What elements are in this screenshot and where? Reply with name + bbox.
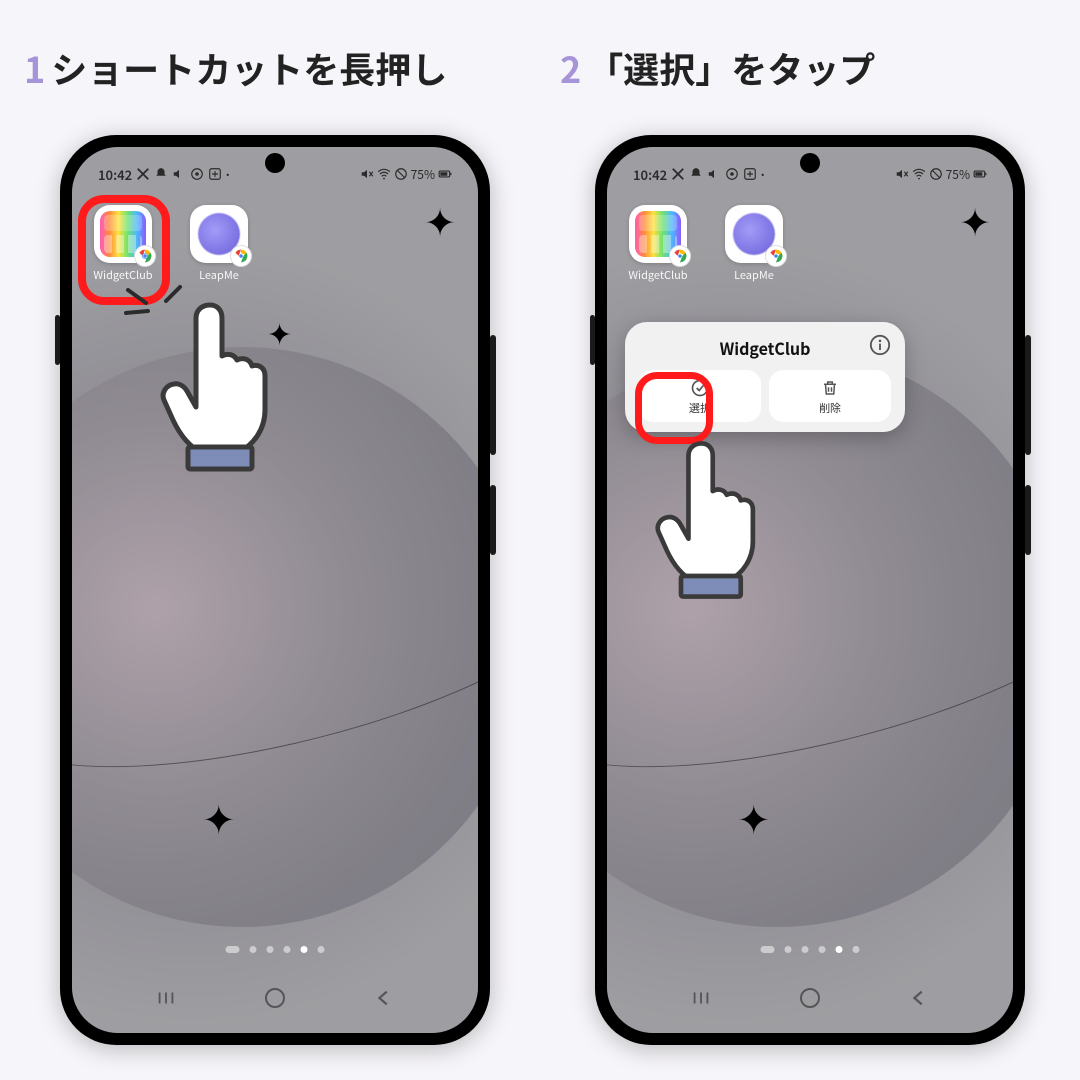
x-icon	[671, 167, 685, 181]
page-dot[interactable]	[226, 946, 240, 953]
app-widgetclub[interactable]: WidgetClub	[619, 205, 697, 283]
step-2-number: 2	[560, 42, 581, 94]
power-button	[1025, 485, 1031, 555]
navigation-bar	[607, 986, 1013, 1015]
leapme-icon[interactable]	[190, 205, 248, 263]
sparkle-icon: ✦	[202, 797, 236, 837]
status-dot: •	[226, 169, 229, 180]
volume-button	[490, 335, 496, 455]
battery-percent: 75%	[946, 166, 970, 183]
target-icon	[725, 167, 739, 181]
sparkle-icon: ✦	[737, 797, 771, 837]
leapme-label: LeapMe	[734, 267, 774, 283]
phone-mockup-1: ✦ ✦ ✦ 10:42 • 75%	[60, 135, 490, 1045]
app-row: WidgetClub LeapMe	[619, 205, 793, 283]
front-camera	[265, 153, 285, 173]
app-leapme[interactable]: LeapMe	[715, 205, 793, 283]
status-right: 75%	[895, 166, 987, 183]
bell-icon	[689, 167, 703, 181]
step-1-number: 1	[24, 42, 45, 94]
status-time: 10:42	[98, 165, 132, 184]
leapme-icon[interactable]	[725, 205, 783, 263]
plus-box-icon	[743, 167, 757, 181]
battery-icon	[438, 167, 452, 181]
plus-box-icon	[208, 167, 222, 181]
page-dot[interactable]	[853, 946, 860, 953]
battery-icon	[973, 167, 987, 181]
no-signal-icon	[929, 167, 943, 181]
page-dot[interactable]	[819, 946, 826, 953]
home-button[interactable]	[798, 986, 822, 1015]
wifi-icon	[912, 167, 926, 181]
page-dot[interactable]	[785, 946, 792, 953]
page-dot[interactable]	[318, 946, 325, 953]
status-left: 10:42 •	[633, 165, 764, 184]
x-icon	[136, 167, 150, 181]
status-right: 75%	[360, 166, 452, 183]
step-2-text: 「選択」をタップ	[587, 42, 875, 94]
recents-button[interactable]	[690, 987, 712, 1014]
volume-button	[1025, 335, 1031, 455]
speaker-icon	[707, 167, 721, 181]
page-dot[interactable]	[802, 946, 809, 953]
page-dot[interactable]	[301, 946, 308, 953]
mute-icon	[360, 167, 374, 181]
recents-button[interactable]	[155, 987, 177, 1014]
status-time: 10:42	[633, 165, 667, 184]
widgetclub-icon[interactable]	[629, 205, 687, 263]
pointing-hand-icon	[158, 297, 308, 477]
page-dot[interactable]	[284, 946, 291, 953]
target-icon	[190, 167, 204, 181]
side-button	[55, 315, 60, 365]
status-left: 10:42 •	[98, 165, 229, 184]
chrome-badge-icon	[669, 245, 691, 267]
speaker-icon	[172, 167, 186, 181]
widgetclub-label: WidgetClub	[628, 267, 687, 283]
step-1-text: ショートカットを長押し	[51, 42, 447, 94]
side-button	[590, 315, 595, 365]
pointing-hand-icon	[653, 435, 793, 605]
page-indicator[interactable]	[761, 946, 860, 953]
navigation-bar	[72, 986, 478, 1015]
delete-action[interactable]: 削除	[769, 370, 891, 422]
front-camera	[800, 153, 820, 173]
app-leapme[interactable]: LeapMe	[180, 205, 258, 283]
highlight-select	[635, 372, 713, 444]
bell-icon	[154, 167, 168, 181]
chrome-badge-icon	[765, 245, 787, 267]
step-1-heading: 1ショートカットを長押し	[24, 42, 447, 94]
page-dot[interactable]	[836, 946, 843, 953]
wifi-icon	[377, 167, 391, 181]
mute-icon	[895, 167, 909, 181]
home-button[interactable]	[263, 986, 287, 1015]
page-dot[interactable]	[761, 946, 775, 953]
context-menu-title: WidgetClub	[639, 336, 891, 360]
back-button[interactable]	[373, 987, 395, 1014]
sparkle-icon: ✦	[424, 201, 456, 239]
page-indicator[interactable]	[226, 946, 325, 953]
no-signal-icon	[394, 167, 408, 181]
trash-icon	[821, 378, 839, 398]
leapme-label: LeapMe	[199, 267, 239, 283]
page-dot[interactable]	[267, 946, 274, 953]
delete-label: 削除	[819, 400, 841, 416]
page-dot[interactable]	[250, 946, 257, 953]
phone-mockup-2: ✦ ✦ ✦ 10:42 • 75%	[595, 135, 1025, 1045]
back-button[interactable]	[908, 987, 930, 1014]
status-dot: •	[761, 169, 764, 180]
info-button[interactable]	[869, 334, 891, 356]
chrome-badge-icon	[230, 245, 252, 267]
step-2-heading: 2「選択」をタップ	[560, 42, 875, 94]
power-button	[490, 485, 496, 555]
sparkle-icon: ✦	[959, 201, 991, 239]
battery-percent: 75%	[411, 166, 435, 183]
